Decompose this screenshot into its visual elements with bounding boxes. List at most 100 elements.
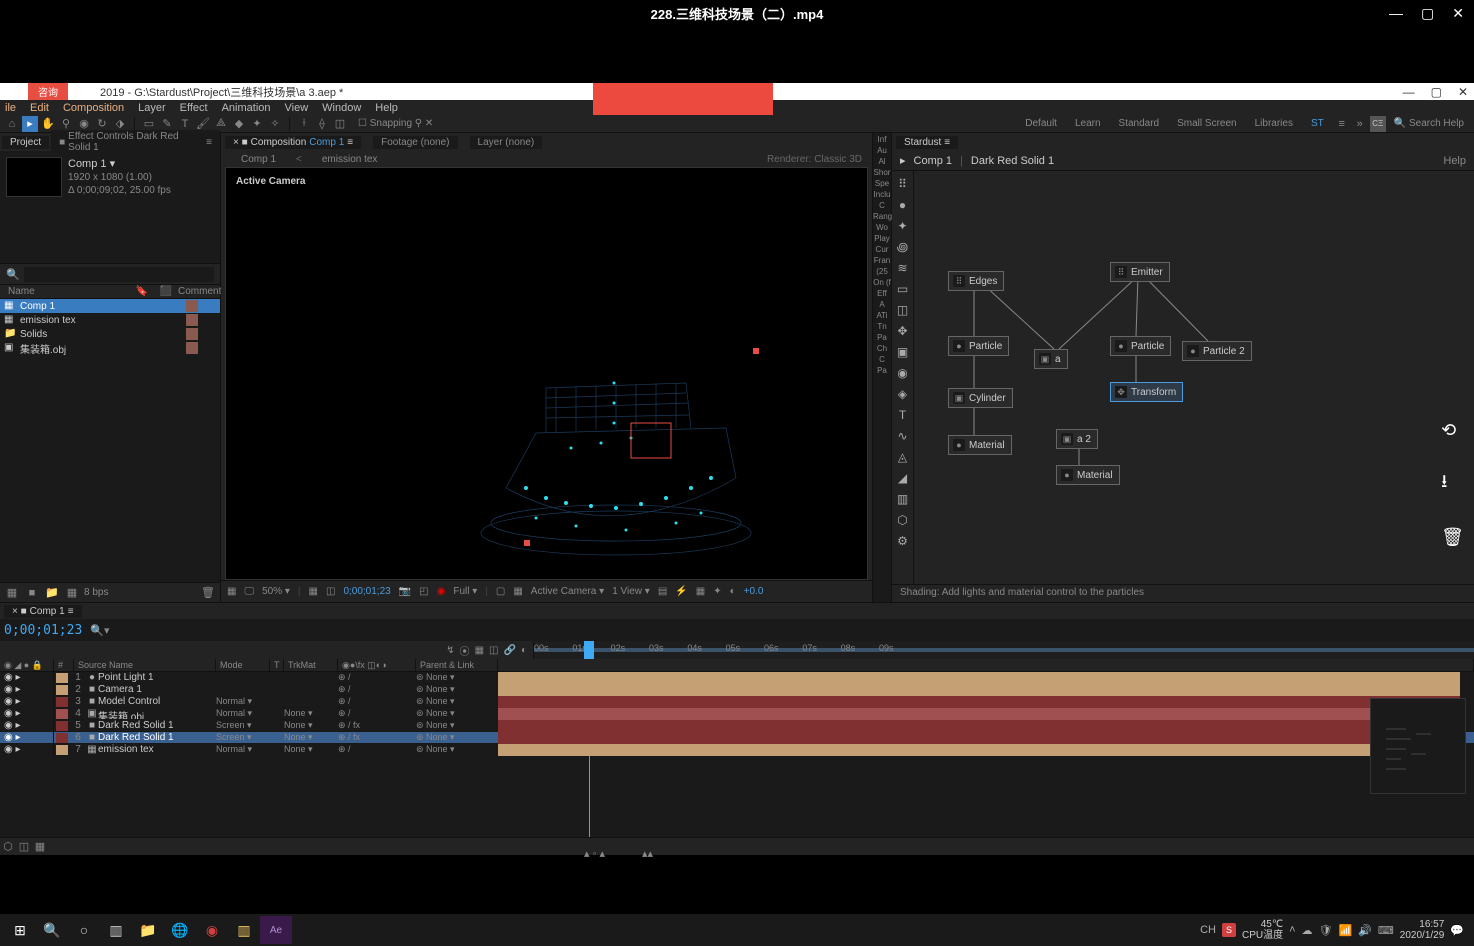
collapsed-panel-(25[interactable]: (25 xyxy=(873,267,891,276)
layer-mode[interactable] xyxy=(216,672,270,683)
local-axis-icon[interactable]: ⟊ xyxy=(296,116,312,132)
puppet-tool-icon[interactable]: ✧ xyxy=(267,116,283,132)
collapsed-panel-pa[interactable]: Pa xyxy=(873,366,891,375)
share-icon[interactable]: ⟲ xyxy=(1441,420,1464,441)
layer-parent[interactable]: ⊚ None ▾ xyxy=(416,720,498,731)
collapsed-panel-spe[interactable]: Spe xyxy=(873,179,891,188)
mask-icon[interactable]: ◫ xyxy=(326,586,335,597)
eraser-tool-icon[interactable]: ◆ xyxy=(231,116,247,132)
layer-bar[interactable] xyxy=(498,684,1460,696)
ae-close-icon[interactable]: ✕ xyxy=(1458,85,1468,99)
render-tool-icon[interactable]: ⬡ xyxy=(894,511,912,529)
tray-shield-icon[interactable]: 🛡 xyxy=(1319,924,1333,937)
show-snapshot-icon[interactable]: ◰ xyxy=(419,586,428,597)
layer-mode[interactable]: Screen ▾ xyxy=(216,732,270,743)
alpha-icon[interactable]: ▦ xyxy=(309,586,318,597)
collapsed-panel-shor[interactable]: Shor xyxy=(873,168,891,177)
search-button[interactable]: 🔍 xyxy=(36,916,68,944)
collapsed-panel-eff[interactable]: Eff xyxy=(873,289,891,298)
layer-color[interactable] xyxy=(56,721,68,731)
workspace-menu-icon[interactable]: ≡ xyxy=(1334,116,1350,132)
collapsed-panel-wo[interactable]: Wo xyxy=(873,223,891,232)
header-type2[interactable]: ⬛ xyxy=(154,286,178,297)
collapsed-panel-inclu[interactable]: Inclu xyxy=(873,190,891,199)
stardust-comp[interactable]: Comp 1 xyxy=(914,155,953,167)
layer-mode[interactable]: Screen ▾ xyxy=(216,720,270,731)
collapsed-panel-pa[interactable]: Pa xyxy=(873,333,891,342)
tl-tool-5[interactable]: 🔗 xyxy=(504,645,516,656)
layer-mode[interactable]: Normal ▾ xyxy=(216,708,270,719)
collapsed-panel-c[interactable]: C xyxy=(873,201,891,210)
ae-minimize-icon[interactable]: — xyxy=(1403,85,1415,99)
trash-icon[interactable]: 🗑 xyxy=(1441,527,1464,548)
snapshot-icon[interactable]: 📷 xyxy=(399,586,411,597)
layer-trkmat[interactable] xyxy=(284,672,338,683)
project-tab[interactable]: Project xyxy=(2,136,49,149)
turbulence-tool-icon[interactable]: ꩜ xyxy=(894,238,912,256)
menu-view[interactable]: View xyxy=(281,102,313,114)
header-comment[interactable]: Comment xyxy=(178,286,220,297)
node-cylinder[interactable]: ▣Cylinder xyxy=(948,388,1013,408)
stardust-node-canvas[interactable]: ⠿Edges⠿Emitter●Particle▣a●Particle●Parti… xyxy=(914,171,1474,584)
workspace-default[interactable]: Default xyxy=(1017,118,1065,129)
light-tool-icon[interactable]: ◈ xyxy=(894,385,912,403)
menu-window[interactable]: Window xyxy=(318,102,365,114)
tray-volume-icon[interactable]: 🔊 xyxy=(1358,924,1372,937)
collapsed-panel-c[interactable]: C xyxy=(873,355,891,364)
layer-color[interactable] xyxy=(56,685,68,695)
collapsed-panel-ati[interactable]: ATi xyxy=(873,311,891,320)
header-type[interactable]: 🔖 xyxy=(130,286,154,297)
tl-toggle-icon[interactable]: ⬡ xyxy=(0,839,16,855)
workspace-st[interactable]: ST xyxy=(1303,118,1332,129)
timeline-search-icon[interactable]: 🔍▾ xyxy=(90,624,109,637)
timeline-layer[interactable]: ◉ ▸3■Model ControlNormal ▾⊕ /⊚ None ▾ xyxy=(0,696,1474,708)
snapping-toggle[interactable]: ☐ Snapping ⚲ ✕ xyxy=(350,118,441,129)
tl-tool-2[interactable]: ⦿ xyxy=(460,643,470,658)
stardust-help[interactable]: Help xyxy=(1443,155,1466,167)
collapsed-panel-al[interactable]: Al xyxy=(873,157,891,166)
layer-parent[interactable]: ⊚ None ▾ xyxy=(416,672,498,683)
timeline-layer[interactable]: ◉ ▸1●Point Light 1⊕ /⊚ None ▾ xyxy=(0,672,1474,684)
node-a2[interactable]: ▣a 2 xyxy=(1056,429,1098,449)
tl-render-icon[interactable]: ◫ xyxy=(16,839,32,855)
layer-color[interactable] xyxy=(56,733,68,743)
viewer-grid-icon[interactable]: ▦ xyxy=(227,586,236,597)
bpc-button[interactable]: ▦ xyxy=(4,585,20,601)
tl-tool-4[interactable]: ◫ xyxy=(489,645,498,656)
layer-visibility[interactable]: ◉ ▸ xyxy=(0,672,54,683)
stardust-tab[interactable]: Stardust ≡ xyxy=(896,136,958,149)
layer-visibility[interactable]: ◉ ▸ xyxy=(0,708,54,719)
node-particle3[interactable]: ●Particle 2 xyxy=(1182,341,1252,361)
layer-bar[interactable] xyxy=(498,672,1460,684)
project-item[interactable]: ▦Comp 1 xyxy=(0,299,220,313)
deform-tool-icon[interactable]: ◬ xyxy=(894,448,912,466)
layer-tab[interactable]: Layer (none) xyxy=(470,136,543,149)
layer-visibility[interactable]: ◉ ▸ xyxy=(0,744,54,755)
after-effects-button[interactable]: Ae xyxy=(260,916,292,944)
views-dropdown[interactable]: 1 View ▾ xyxy=(612,586,650,597)
video-maximize-icon[interactable]: ▢ xyxy=(1421,5,1434,22)
layer-switches[interactable]: ⊕ / xyxy=(338,708,416,719)
collapsed-panel-play[interactable]: Play xyxy=(873,234,891,243)
shadow-tool-icon[interactable]: ◢ xyxy=(894,469,912,487)
footage-tab[interactable]: Footage (none) xyxy=(373,136,457,149)
viewer-anchor-handle[interactable] xyxy=(753,348,759,354)
composition-viewer[interactable]: Active Camera xyxy=(225,167,868,580)
group-tool-icon[interactable]: ▭ xyxy=(894,280,912,298)
taskview-button[interactable]: ▥ xyxy=(100,916,132,944)
node-material1[interactable]: ●Material xyxy=(948,435,1012,455)
video-close-icon[interactable]: ✕ xyxy=(1452,5,1464,22)
node-a[interactable]: ▣a xyxy=(1034,349,1068,369)
layer-parent[interactable]: ⊚ None ▾ xyxy=(416,696,498,707)
layer-trkmat[interactable]: None ▾ xyxy=(284,708,338,719)
collapsed-panel-fran[interactable]: Fran xyxy=(873,256,891,265)
cc-box-icon[interactable]: CΞ xyxy=(1370,116,1386,132)
layer-bar[interactable] xyxy=(498,708,1460,720)
cortana-button[interactable]: ○ xyxy=(68,916,100,944)
menu-help[interactable]: Help xyxy=(371,102,402,114)
layer-switches[interactable]: ⊕ / xyxy=(338,684,416,695)
menu-layer[interactable]: Layer xyxy=(134,102,170,114)
tray-notifications-icon[interactable]: 💬 xyxy=(1450,924,1464,937)
workspace-libraries[interactable]: Libraries xyxy=(1247,118,1301,129)
model-tool-icon[interactable]: ▣ xyxy=(894,343,912,361)
